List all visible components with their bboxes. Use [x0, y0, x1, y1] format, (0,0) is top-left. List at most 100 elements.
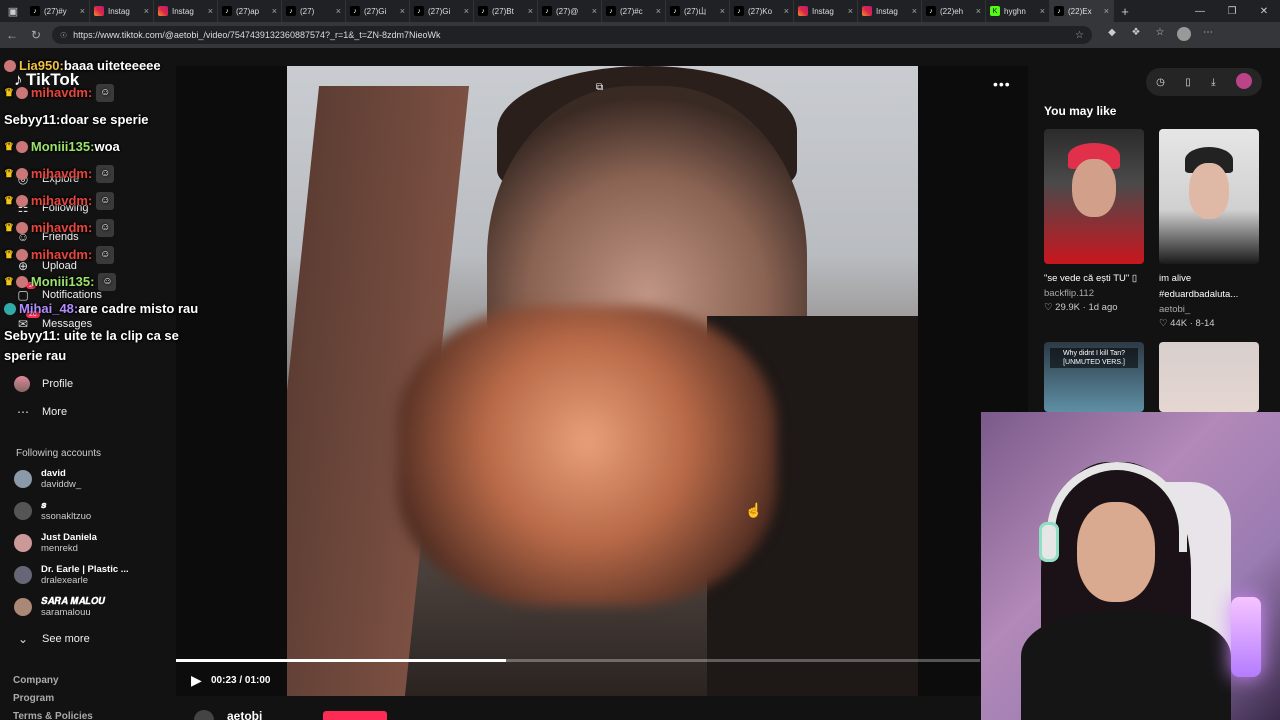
chat-user-avatar — [15, 222, 28, 234]
recommended-card[interactable]: im alive #eduardbadaluta... aetobi_ ♡ 44… — [1159, 129, 1259, 331]
browser-menu-icon[interactable]: ⋯ — [1196, 27, 1220, 44]
browser-tab[interactable]: ♪ (22)eh × — [922, 0, 986, 22]
following-account[interactable]: david daviddw_ — [14, 468, 81, 490]
close-tab-icon[interactable]: × — [720, 6, 725, 16]
following-account[interactable]: 𝑺𝑨𝑹𝑨 𝑴𝑨𝑳𝑶𝑼 saramalouu — [14, 596, 105, 618]
more-options-icon[interactable]: ••• — [993, 76, 1011, 92]
footer-link[interactable]: Terms & Policies — [13, 711, 93, 720]
footer-link[interactable]: Program — [13, 693, 54, 704]
close-tab-icon[interactable]: × — [400, 6, 405, 16]
recommended-card[interactable] — [1159, 342, 1259, 412]
window-controls: — ❐ ✕ — [1184, 6, 1280, 17]
close-tab-icon[interactable]: × — [976, 6, 981, 16]
close-tab-icon[interactable]: × — [656, 6, 661, 16]
close-tab-icon[interactable]: × — [784, 6, 789, 16]
following-account[interactable]: Dr. Earle | Plastic ... dralexearle — [14, 564, 129, 586]
card-handle[interactable]: backflip.112 — [1044, 287, 1144, 300]
recommended-card[interactable]: "se vede că ești TU" ▯ backflip.112 ♡ 29… — [1044, 129, 1144, 315]
close-tab-icon[interactable]: × — [336, 6, 341, 16]
download-icon[interactable]: ⤓ — [1211, 77, 1215, 88]
browser-tab[interactable]: ♪ (27)#y × — [26, 0, 90, 22]
chat-username: mihavdm: — [30, 193, 93, 208]
tab-title: (27)#c — [620, 6, 643, 16]
browser-tab[interactable]: Instag × — [794, 0, 858, 22]
close-tab-icon[interactable]: × — [272, 6, 277, 16]
window-menu-icon[interactable]: ▣ — [0, 0, 26, 22]
footer-link[interactable]: Company — [13, 675, 59, 686]
back-icon[interactable]: ← — [0, 28, 24, 42]
close-tab-icon[interactable]: × — [592, 6, 597, 16]
close-tab-icon[interactable]: × — [208, 6, 213, 16]
tiktok-icon: ♪ — [30, 6, 40, 16]
bookmark-star-icon[interactable]: ☆ — [1075, 30, 1084, 41]
browser-tab[interactable]: ♪ (27)Gi × — [410, 0, 474, 22]
close-window-icon[interactable]: ✕ — [1248, 6, 1280, 17]
browser-tab[interactable]: Instag × — [90, 0, 154, 22]
browser-tab[interactable]: ♪ (27)@ × — [538, 0, 602, 22]
video-thumbnail[interactable] — [1159, 129, 1259, 264]
chat-badge-icon — [4, 303, 16, 315]
close-tab-icon[interactable]: × — [912, 6, 917, 16]
profile-avatar[interactable] — [1172, 26, 1196, 44]
chat-message: ♛ mihavdm: ☺ — [4, 83, 115, 103]
video-player[interactable] — [287, 66, 918, 696]
crown-icon: ♛ — [4, 195, 14, 207]
browser-tab[interactable]: Instag × — [858, 0, 922, 22]
follow-button[interactable] — [323, 711, 387, 720]
chat-user-avatar — [15, 249, 28, 261]
browser-tab[interactable]: Khyghn × — [986, 0, 1050, 22]
picture-in-picture-icon[interactable]: ⧉ — [596, 82, 603, 93]
video-thumbnail[interactable]: Why didnt I kill Tan? [UNMUTED VERS.] — [1044, 342, 1144, 412]
close-tab-icon[interactable]: × — [144, 6, 149, 16]
sidebar-item-profile[interactable]: Profile — [14, 376, 73, 392]
browser-tab[interactable]: ♪ (27) × — [282, 0, 346, 22]
maximize-icon[interactable]: ❐ — [1216, 6, 1248, 17]
play-icon[interactable]: ▶ — [191, 672, 202, 689]
extensions-puzzle-icon[interactable]: ❖ — [1124, 27, 1148, 44]
close-tab-icon[interactable]: × — [464, 6, 469, 16]
account-handle: menrekd — [41, 543, 78, 554]
close-tab-icon[interactable]: × — [528, 6, 533, 16]
sidebar-item-more[interactable]: ⋯ More — [14, 405, 67, 419]
minimize-icon[interactable]: — — [1184, 6, 1216, 17]
account-name: david — [41, 468, 66, 479]
video-thumbnail[interactable] — [1044, 129, 1144, 264]
video-progress-bar[interactable] — [176, 659, 980, 662]
close-tab-icon[interactable]: × — [80, 6, 85, 16]
following-account[interactable]: Just Daniela menrekd — [14, 532, 97, 554]
close-tab-icon[interactable]: × — [1040, 6, 1045, 16]
chat-user-avatar — [4, 60, 16, 72]
reload-icon[interactable]: ↻ — [24, 28, 48, 42]
new-tab-button[interactable]: + — [1114, 4, 1136, 19]
chat-user-avatar — [15, 141, 28, 153]
following-account[interactable]: 𝒔 ssonakltzuo — [14, 500, 91, 522]
browser-tab[interactable]: ♪ (27)Bt × — [474, 0, 538, 22]
chat-message: ♛ mihavdm: ☺ — [4, 245, 115, 265]
browser-tab[interactable]: Instag × — [154, 0, 218, 22]
close-tab-icon[interactable]: × — [848, 6, 853, 16]
address-bar[interactable]: ☉ https://www.tiktok.com/@aetobi_/video/… — [52, 26, 1092, 44]
close-tab-icon[interactable]: × — [1104, 6, 1109, 16]
speed-icon[interactable]: ◷ — [1156, 77, 1165, 88]
site-info-icon[interactable]: ☉ — [60, 31, 67, 40]
browser-tab[interactable]: ♪ (27)#c × — [602, 0, 666, 22]
tab-strip: ♪ (27)#y × Instag × Instag × ♪ (27)ap × ♪ (27) × ♪ (27… — [26, 0, 1114, 22]
browser-tab[interactable]: ♪ (27)Gi × — [346, 0, 410, 22]
browser-tab[interactable]: ♪ (27)ap × — [218, 0, 282, 22]
monkey-emote-icon: ☺ — [98, 273, 117, 291]
device-icon[interactable]: ▯ — [1185, 77, 1191, 88]
author-name[interactable]: aetobi_ — [227, 709, 269, 720]
extension-icon[interactable]: ◆ — [1100, 27, 1124, 44]
author-avatar[interactable] — [194, 710, 214, 720]
video-thumbnail[interactable] — [1159, 342, 1259, 412]
see-more-button[interactable]: ⌄ See more — [14, 632, 90, 646]
card-handle[interactable]: aetobi_ — [1159, 303, 1259, 316]
favorites-icon[interactable]: ☆ — [1148, 27, 1172, 44]
recommended-card[interactable]: Why didnt I kill Tan? [UNMUTED VERS.] — [1044, 342, 1144, 412]
browser-tab[interactable]: ♪ (27)山 × — [666, 0, 730, 22]
browser-tab[interactable]: ♪ (22)Ex × — [1050, 0, 1114, 22]
browser-tab[interactable]: ♪ (27)Ko × — [730, 0, 794, 22]
user-avatar[interactable] — [1235, 72, 1252, 92]
chat-username: Sebyy11: — [4, 328, 61, 343]
tab-title: (27)Ko — [748, 6, 773, 16]
